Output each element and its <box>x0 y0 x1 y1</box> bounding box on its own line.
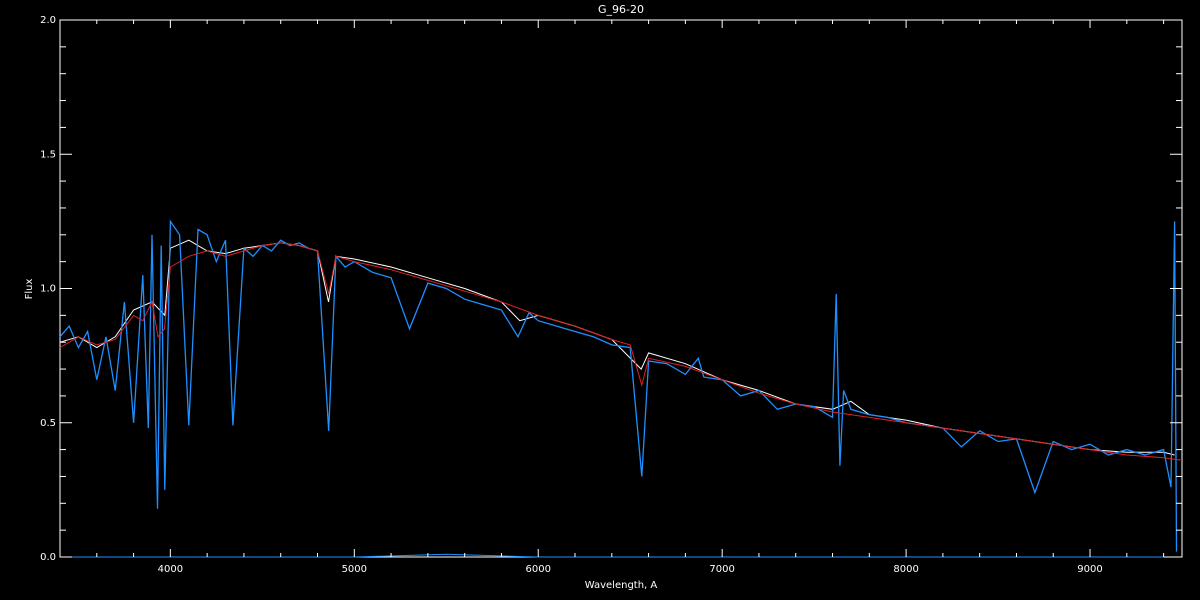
x-tick-label: 4000 <box>158 564 183 575</box>
y-tick-label: 0.5 <box>40 418 56 429</box>
x-axis-label: Wavelength, A <box>585 580 658 591</box>
y-tick-label: 2.0 <box>40 15 56 26</box>
y-tick-label: 0.0 <box>40 552 56 563</box>
y-axis-label: Flux <box>24 279 35 300</box>
x-tick-label: 5000 <box>342 564 367 575</box>
chart-title: G_96-20 <box>598 3 644 16</box>
x-tick-label: 7000 <box>709 564 734 575</box>
y-tick-label: 1.5 <box>40 149 56 160</box>
x-tick-label: 8000 <box>893 564 918 575</box>
y-tick-label: 1.0 <box>40 284 56 295</box>
x-tick-label: 9000 <box>1077 564 1102 575</box>
spectrum-chart: 4000 5000 6000 7000 8000 90000.00.51.01.52.0 … <box>0 0 1200 600</box>
chart-background <box>0 0 1200 600</box>
x-tick-label: 6000 <box>526 564 551 575</box>
